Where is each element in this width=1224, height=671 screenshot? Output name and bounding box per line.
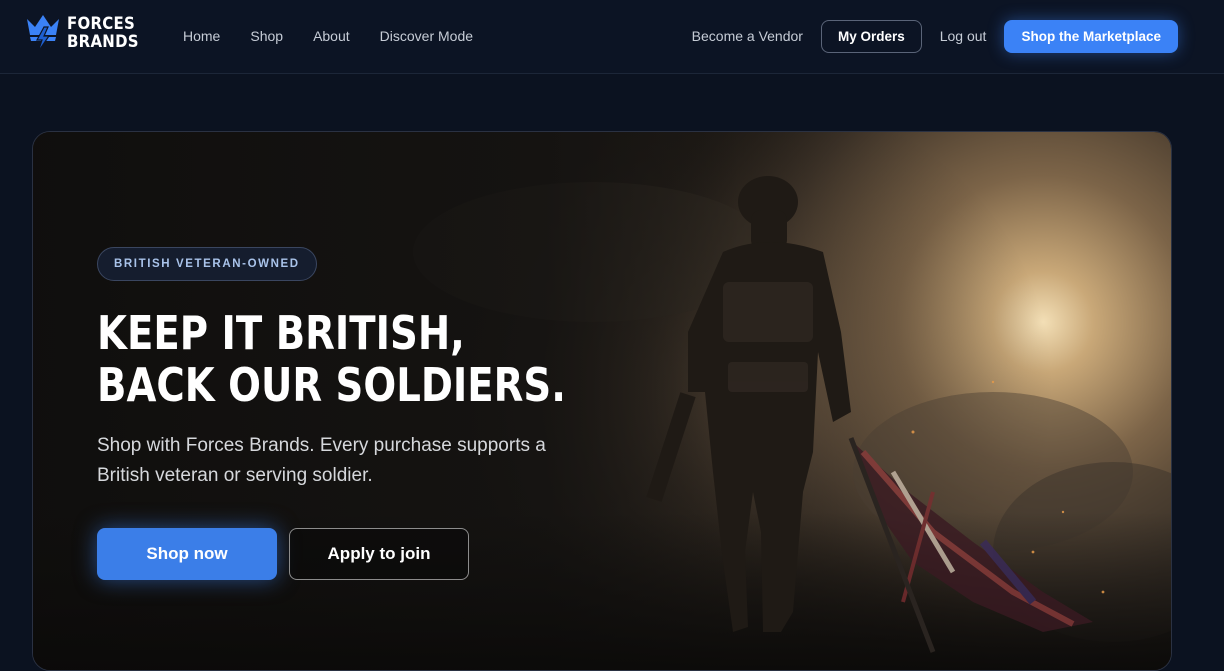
brand-logo[interactable]: FORCES BRANDS bbox=[25, 12, 149, 54]
veteran-owned-badge: BRITISH VETERAN-OWNED bbox=[97, 247, 317, 281]
become-vendor-link[interactable]: Become a Vendor bbox=[692, 28, 803, 44]
site-header: FORCES BRANDS Home Shop About Discover M… bbox=[0, 0, 1224, 74]
headline-line-2: BACK OUR SOLDIERS. bbox=[97, 358, 566, 412]
brand-line-1: FORCES bbox=[67, 14, 136, 34]
brand-wordmark: FORCES BRANDS bbox=[67, 15, 139, 51]
my-orders-button[interactable]: My Orders bbox=[820, 19, 922, 53]
nav-home[interactable]: Home bbox=[183, 28, 220, 44]
headline-line-1: KEEP IT BRITISH, bbox=[97, 306, 465, 360]
hero-content: BRITISH VETERAN-OWNED KEEP IT BRITISH, B… bbox=[97, 247, 617, 580]
hero-cta-row: Shop now Apply to join bbox=[97, 528, 617, 580]
shop-marketplace-button[interactable]: Shop the Marketplace bbox=[1004, 19, 1178, 53]
hero-headline: KEEP IT BRITISH, BACK OUR SOLDIERS. bbox=[97, 306, 566, 412]
nav-shop[interactable]: Shop bbox=[250, 28, 283, 44]
nav-about[interactable]: About bbox=[313, 28, 350, 44]
apply-to-join-button[interactable]: Apply to join bbox=[289, 528, 469, 580]
brand-line-2: BRANDS bbox=[67, 32, 139, 52]
hero-banner: BRITISH VETERAN-OWNED KEEP IT BRITISH, B… bbox=[32, 131, 1172, 671]
logout-link[interactable]: Log out bbox=[940, 28, 987, 44]
primary-nav: Home Shop About Discover Mode bbox=[183, 0, 473, 72]
hero-subtitle: Shop with Forces Brands. Every purchase … bbox=[97, 435, 546, 486]
account-nav: Become a Vendor My Orders Log out Shop t… bbox=[692, 0, 1178, 72]
shop-now-button[interactable]: Shop now bbox=[97, 528, 277, 580]
crown-lightning-icon bbox=[27, 15, 59, 53]
nav-discover-mode[interactable]: Discover Mode bbox=[380, 28, 473, 44]
